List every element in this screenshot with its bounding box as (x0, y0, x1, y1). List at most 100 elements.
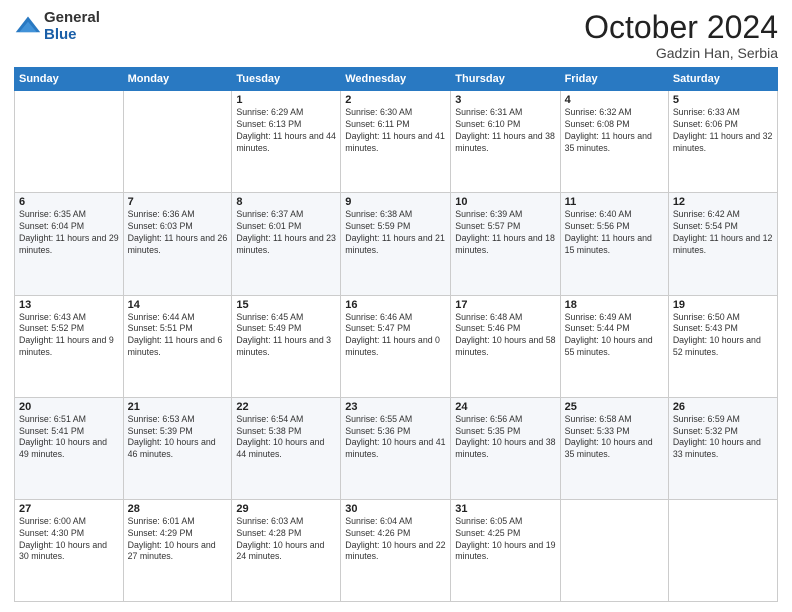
day-cell: 7Sunrise: 6:36 AM Sunset: 6:03 PM Daylig… (123, 193, 232, 295)
title-block: October 2024 Gadzin Han, Serbia (584, 10, 778, 61)
title-month: October 2024 (584, 10, 778, 45)
week-row-2: 6Sunrise: 6:35 AM Sunset: 6:04 PM Daylig… (15, 193, 778, 295)
day-info: Sunrise: 6:40 AM Sunset: 5:56 PM Dayligh… (565, 209, 664, 257)
day-number: 30 (345, 503, 446, 515)
header-row: SundayMondayTuesdayWednesdayThursdayFrid… (15, 68, 778, 91)
day-number: 7 (128, 196, 228, 208)
week-row-5: 27Sunrise: 6:00 AM Sunset: 4:30 PM Dayli… (15, 499, 778, 601)
logo-blue-text: Blue (44, 27, 100, 44)
day-cell: 23Sunrise: 6:55 AM Sunset: 5:36 PM Dayli… (341, 397, 451, 499)
day-info: Sunrise: 6:30 AM Sunset: 6:11 PM Dayligh… (345, 107, 446, 155)
day-info: Sunrise: 6:49 AM Sunset: 5:44 PM Dayligh… (565, 312, 664, 360)
day-number: 16 (345, 299, 446, 311)
day-info: Sunrise: 6:44 AM Sunset: 5:51 PM Dayligh… (128, 312, 228, 360)
day-number: 29 (236, 503, 336, 515)
day-number: 22 (236, 401, 336, 413)
day-number: 19 (673, 299, 773, 311)
day-info: Sunrise: 6:48 AM Sunset: 5:46 PM Dayligh… (455, 312, 555, 360)
day-number: 31 (455, 503, 555, 515)
col-header-wednesday: Wednesday (341, 68, 451, 91)
day-info: Sunrise: 6:45 AM Sunset: 5:49 PM Dayligh… (236, 312, 336, 360)
day-number: 23 (345, 401, 446, 413)
day-number: 12 (673, 196, 773, 208)
day-cell: 19Sunrise: 6:50 AM Sunset: 5:43 PM Dayli… (668, 295, 777, 397)
day-number: 27 (19, 503, 119, 515)
day-number: 10 (455, 196, 555, 208)
logo-icon (14, 13, 42, 41)
day-number: 14 (128, 299, 228, 311)
day-cell: 24Sunrise: 6:56 AM Sunset: 5:35 PM Dayli… (451, 397, 560, 499)
day-cell (15, 91, 124, 193)
day-number: 28 (128, 503, 228, 515)
day-cell: 18Sunrise: 6:49 AM Sunset: 5:44 PM Dayli… (560, 295, 668, 397)
col-header-tuesday: Tuesday (232, 68, 341, 91)
day-info: Sunrise: 6:50 AM Sunset: 5:43 PM Dayligh… (673, 312, 773, 360)
day-number: 25 (565, 401, 664, 413)
day-cell: 15Sunrise: 6:45 AM Sunset: 5:49 PM Dayli… (232, 295, 341, 397)
day-info: Sunrise: 6:51 AM Sunset: 5:41 PM Dayligh… (19, 414, 119, 462)
day-cell (560, 499, 668, 601)
day-cell: 26Sunrise: 6:59 AM Sunset: 5:32 PM Dayli… (668, 397, 777, 499)
day-info: Sunrise: 6:56 AM Sunset: 5:35 PM Dayligh… (455, 414, 555, 462)
day-cell: 16Sunrise: 6:46 AM Sunset: 5:47 PM Dayli… (341, 295, 451, 397)
col-header-sunday: Sunday (15, 68, 124, 91)
day-cell: 13Sunrise: 6:43 AM Sunset: 5:52 PM Dayli… (15, 295, 124, 397)
day-cell: 17Sunrise: 6:48 AM Sunset: 5:46 PM Dayli… (451, 295, 560, 397)
day-info: Sunrise: 6:32 AM Sunset: 6:08 PM Dayligh… (565, 107, 664, 155)
day-number: 8 (236, 196, 336, 208)
day-info: Sunrise: 6:37 AM Sunset: 6:01 PM Dayligh… (236, 209, 336, 257)
day-cell: 28Sunrise: 6:01 AM Sunset: 4:29 PM Dayli… (123, 499, 232, 601)
day-cell: 11Sunrise: 6:40 AM Sunset: 5:56 PM Dayli… (560, 193, 668, 295)
day-cell: 14Sunrise: 6:44 AM Sunset: 5:51 PM Dayli… (123, 295, 232, 397)
day-number: 9 (345, 196, 446, 208)
day-number: 11 (565, 196, 664, 208)
logo-text: General Blue (44, 10, 100, 43)
day-cell: 5Sunrise: 6:33 AM Sunset: 6:06 PM Daylig… (668, 91, 777, 193)
day-cell: 25Sunrise: 6:58 AM Sunset: 5:33 PM Dayli… (560, 397, 668, 499)
day-info: Sunrise: 6:58 AM Sunset: 5:33 PM Dayligh… (565, 414, 664, 462)
day-cell: 9Sunrise: 6:38 AM Sunset: 5:59 PM Daylig… (341, 193, 451, 295)
col-header-friday: Friday (560, 68, 668, 91)
day-info: Sunrise: 6:00 AM Sunset: 4:30 PM Dayligh… (19, 516, 119, 564)
day-cell: 8Sunrise: 6:37 AM Sunset: 6:01 PM Daylig… (232, 193, 341, 295)
day-info: Sunrise: 6:33 AM Sunset: 6:06 PM Dayligh… (673, 107, 773, 155)
day-cell: 6Sunrise: 6:35 AM Sunset: 6:04 PM Daylig… (15, 193, 124, 295)
day-cell (668, 499, 777, 601)
title-location: Gadzin Han, Serbia (584, 45, 778, 61)
day-cell: 3Sunrise: 6:31 AM Sunset: 6:10 PM Daylig… (451, 91, 560, 193)
day-number: 13 (19, 299, 119, 311)
col-header-monday: Monday (123, 68, 232, 91)
day-info: Sunrise: 6:01 AM Sunset: 4:29 PM Dayligh… (128, 516, 228, 564)
page: General Blue October 2024 Gadzin Han, Se… (0, 0, 792, 612)
day-cell: 29Sunrise: 6:03 AM Sunset: 4:28 PM Dayli… (232, 499, 341, 601)
week-row-3: 13Sunrise: 6:43 AM Sunset: 5:52 PM Dayli… (15, 295, 778, 397)
day-info: Sunrise: 6:43 AM Sunset: 5:52 PM Dayligh… (19, 312, 119, 360)
day-info: Sunrise: 6:39 AM Sunset: 5:57 PM Dayligh… (455, 209, 555, 257)
day-number: 24 (455, 401, 555, 413)
day-info: Sunrise: 6:46 AM Sunset: 5:47 PM Dayligh… (345, 312, 446, 360)
day-number: 3 (455, 94, 555, 106)
day-info: Sunrise: 6:53 AM Sunset: 5:39 PM Dayligh… (128, 414, 228, 462)
day-number: 15 (236, 299, 336, 311)
day-cell: 2Sunrise: 6:30 AM Sunset: 6:11 PM Daylig… (341, 91, 451, 193)
day-info: Sunrise: 6:35 AM Sunset: 6:04 PM Dayligh… (19, 209, 119, 257)
day-info: Sunrise: 6:59 AM Sunset: 5:32 PM Dayligh… (673, 414, 773, 462)
day-cell: 21Sunrise: 6:53 AM Sunset: 5:39 PM Dayli… (123, 397, 232, 499)
calendar-table: SundayMondayTuesdayWednesdayThursdayFrid… (14, 67, 778, 602)
day-cell: 4Sunrise: 6:32 AM Sunset: 6:08 PM Daylig… (560, 91, 668, 193)
day-cell: 22Sunrise: 6:54 AM Sunset: 5:38 PM Dayli… (232, 397, 341, 499)
day-number: 21 (128, 401, 228, 413)
col-header-thursday: Thursday (451, 68, 560, 91)
day-cell: 10Sunrise: 6:39 AM Sunset: 5:57 PM Dayli… (451, 193, 560, 295)
day-info: Sunrise: 6:36 AM Sunset: 6:03 PM Dayligh… (128, 209, 228, 257)
day-number: 20 (19, 401, 119, 413)
logo-general-text: General (44, 10, 100, 27)
day-number: 17 (455, 299, 555, 311)
day-number: 6 (19, 196, 119, 208)
header: General Blue October 2024 Gadzin Han, Se… (14, 10, 778, 61)
day-info: Sunrise: 6:31 AM Sunset: 6:10 PM Dayligh… (455, 107, 555, 155)
day-cell: 31Sunrise: 6:05 AM Sunset: 4:25 PM Dayli… (451, 499, 560, 601)
day-number: 4 (565, 94, 664, 106)
day-info: Sunrise: 6:55 AM Sunset: 5:36 PM Dayligh… (345, 414, 446, 462)
day-cell: 30Sunrise: 6:04 AM Sunset: 4:26 PM Dayli… (341, 499, 451, 601)
